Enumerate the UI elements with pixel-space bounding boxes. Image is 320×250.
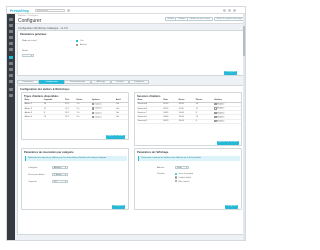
tab-categories[interactable]: Catégories — [129, 80, 149, 85]
table-cell: Session E — [137, 119, 163, 124]
checkbox-label: Activer — [80, 44, 87, 47]
sidebar-item-customers[interactable] — [9, 36, 13, 39]
edit-link[interactable]: Modifier — [217, 108, 224, 110]
edit-link[interactable]: Modifier — [217, 121, 224, 123]
category-booking-panel: Paramètres de réservation par catégorie … — [21, 148, 129, 210]
sidebar-item-international[interactable] — [9, 80, 13, 83]
tab-parameters[interactable]: Paramètres — [17, 80, 39, 85]
workshop-sessions-panel: Sessions d'ateliers Nom Date Heure Place… — [134, 92, 242, 146]
workshop-types-table: Nom Capacité Prix Durée Options Actif At… — [24, 99, 128, 120]
table-cell: Atelier 4 — [24, 114, 44, 120]
tab-products[interactable]: Produits — [111, 80, 129, 85]
radio-label: Bloc latéral — [178, 180, 190, 183]
sidebar-item-advanced[interactable] — [9, 94, 13, 97]
table-row: Atelier 4 15 35 € 3 h Options Oui — [24, 114, 128, 120]
options-cell: Options — [91, 114, 116, 120]
options-text: Options — [94, 103, 102, 106]
manage-hooks-button[interactable]: Gérer les points d'ancrage — [214, 17, 245, 21]
search-icon[interactable] — [67, 9, 70, 12]
general-settings-panel: Paramètres généraux Mode de calcul Oui A… — [17, 30, 245, 76]
options-text: Options — [94, 116, 102, 119]
sidebar-item-catalog[interactable] — [9, 30, 13, 33]
scrollbar-thumb[interactable] — [243, 26, 245, 56]
edit-link[interactable]: Modifier — [217, 116, 224, 118]
sidebar-item-stats[interactable] — [9, 48, 13, 51]
field-label: Capacité — [28, 181, 37, 183]
sidebar — [7, 14, 15, 240]
table-cell: 3 h — [75, 114, 92, 120]
position-radio[interactable] — [175, 176, 178, 179]
status-select[interactable] — [22, 53, 34, 57]
options-text: Options — [94, 107, 102, 110]
status-label: Statut — [22, 50, 28, 52]
tab-customization[interactable]: Personnalisation — [64, 80, 91, 85]
edit-link[interactable]: Modifier — [217, 112, 224, 114]
scrollbar[interactable] — [243, 14, 245, 240]
active-checkbox[interactable] — [76, 44, 79, 47]
table-row: Session E 05/01 16:00 6 Modifier — [137, 119, 241, 124]
page-header: Modules / Configurer Configurer Retour T… — [15, 14, 245, 24]
logo: PrestaShop — [10, 8, 29, 13]
save-button[interactable]: Enregistrer — [224, 71, 238, 75]
panel-title: Paramètres de réservation par catégorie — [24, 150, 74, 154]
add-session-button[interactable]: Ajouter une session — [217, 141, 239, 145]
duration-select[interactable]: 1 heure — [52, 173, 68, 177]
tab-configuration[interactable]: Configuration — [39, 80, 64, 85]
configuration-panel: Configuration des ateliers & Workshops T… — [17, 85, 245, 235]
panel-title: Paramètres généraux — [20, 32, 47, 36]
sidebar-item-dashboard[interactable] — [9, 18, 13, 21]
table-cell: 6 — [195, 119, 214, 124]
cart-icon[interactable] — [223, 9, 226, 12]
workshop-sessions-table: Nom Date Heure Places Actions Session A … — [137, 99, 241, 124]
field-label: Durée par défaut — [28, 174, 45, 176]
save-button[interactable]: Enregistrer — [112, 205, 126, 209]
sidebar-item-support[interactable] — [9, 42, 13, 45]
actions-cell: Modifier — [213, 119, 241, 124]
radio-label: Sous le produit — [178, 173, 194, 175]
options-text: Options — [94, 112, 102, 115]
table-cell: 05/01 — [162, 119, 179, 124]
sidebar-item-design[interactable] — [9, 62, 13, 65]
position-radio[interactable] — [175, 172, 178, 175]
top-bar: PrestaShop Rechercher — [7, 7, 245, 14]
table-cell: Oui — [115, 114, 128, 120]
section-title: Configuration des ateliers & Workshops — [20, 87, 70, 91]
table-cell: 35 € — [64, 114, 76, 120]
add-workshop-button[interactable]: Ajouter un atelier — [106, 135, 126, 139]
table-cell: 15 — [43, 114, 65, 120]
check-update-button[interactable]: Vérifier la mise à jour — [187, 17, 213, 21]
app-window: PrestaShop Rechercher Modules / Configur… — [6, 6, 246, 241]
position-radio[interactable] — [175, 180, 178, 183]
radio-label: Onglet dédié — [178, 176, 191, 179]
field-value: Oui — [80, 40, 84, 42]
field-label: Catégorie — [28, 167, 38, 169]
save-button[interactable]: Enregistrer — [225, 205, 239, 209]
user-icon[interactable] — [233, 9, 236, 12]
sidebar-item-shipping[interactable] — [9, 68, 13, 71]
sidebar-item-modules[interactable] — [9, 56, 13, 59]
category-select[interactable]: Ateliers — [52, 166, 68, 170]
info-alert: Définissez les valeurs par défaut pour l… — [25, 156, 127, 161]
workshop-types-panel: Types d'ateliers disponibles Nom Capacit… — [21, 92, 129, 140]
field-label: Mode de calcul — [22, 40, 37, 42]
info-alert: Choisissez comment les ateliers sont aff… — [138, 156, 240, 161]
table-cell: 16:00 — [178, 119, 196, 124]
sidebar-item-orders[interactable] — [9, 24, 13, 27]
display-select[interactable]: Liste — [175, 166, 189, 170]
table-title: Sessions d'ateliers — [137, 94, 161, 98]
table-title: Types d'ateliers disponibles — [24, 94, 59, 98]
sidebar-item-shop-params[interactable] — [9, 88, 13, 91]
edit-link[interactable]: Modifier — [217, 104, 224, 106]
field-label: Position — [157, 173, 165, 175]
bell-icon[interactable] — [228, 9, 231, 12]
search-input[interactable]: Rechercher — [35, 8, 65, 13]
page-title: Configurer — [18, 17, 42, 24]
panel-title: Paramètres de l'affichage — [137, 150, 169, 154]
display-settings-panel: Paramètres de l'affichage Choisissez com… — [134, 148, 242, 210]
sidebar-item-payment[interactable] — [9, 74, 13, 77]
field-label: Afficher — [157, 167, 165, 169]
enable-checkbox[interactable] — [76, 39, 79, 42]
capacity-select[interactable]: 10 — [52, 180, 68, 184]
tab-display[interactable]: Affichage — [91, 80, 111, 85]
